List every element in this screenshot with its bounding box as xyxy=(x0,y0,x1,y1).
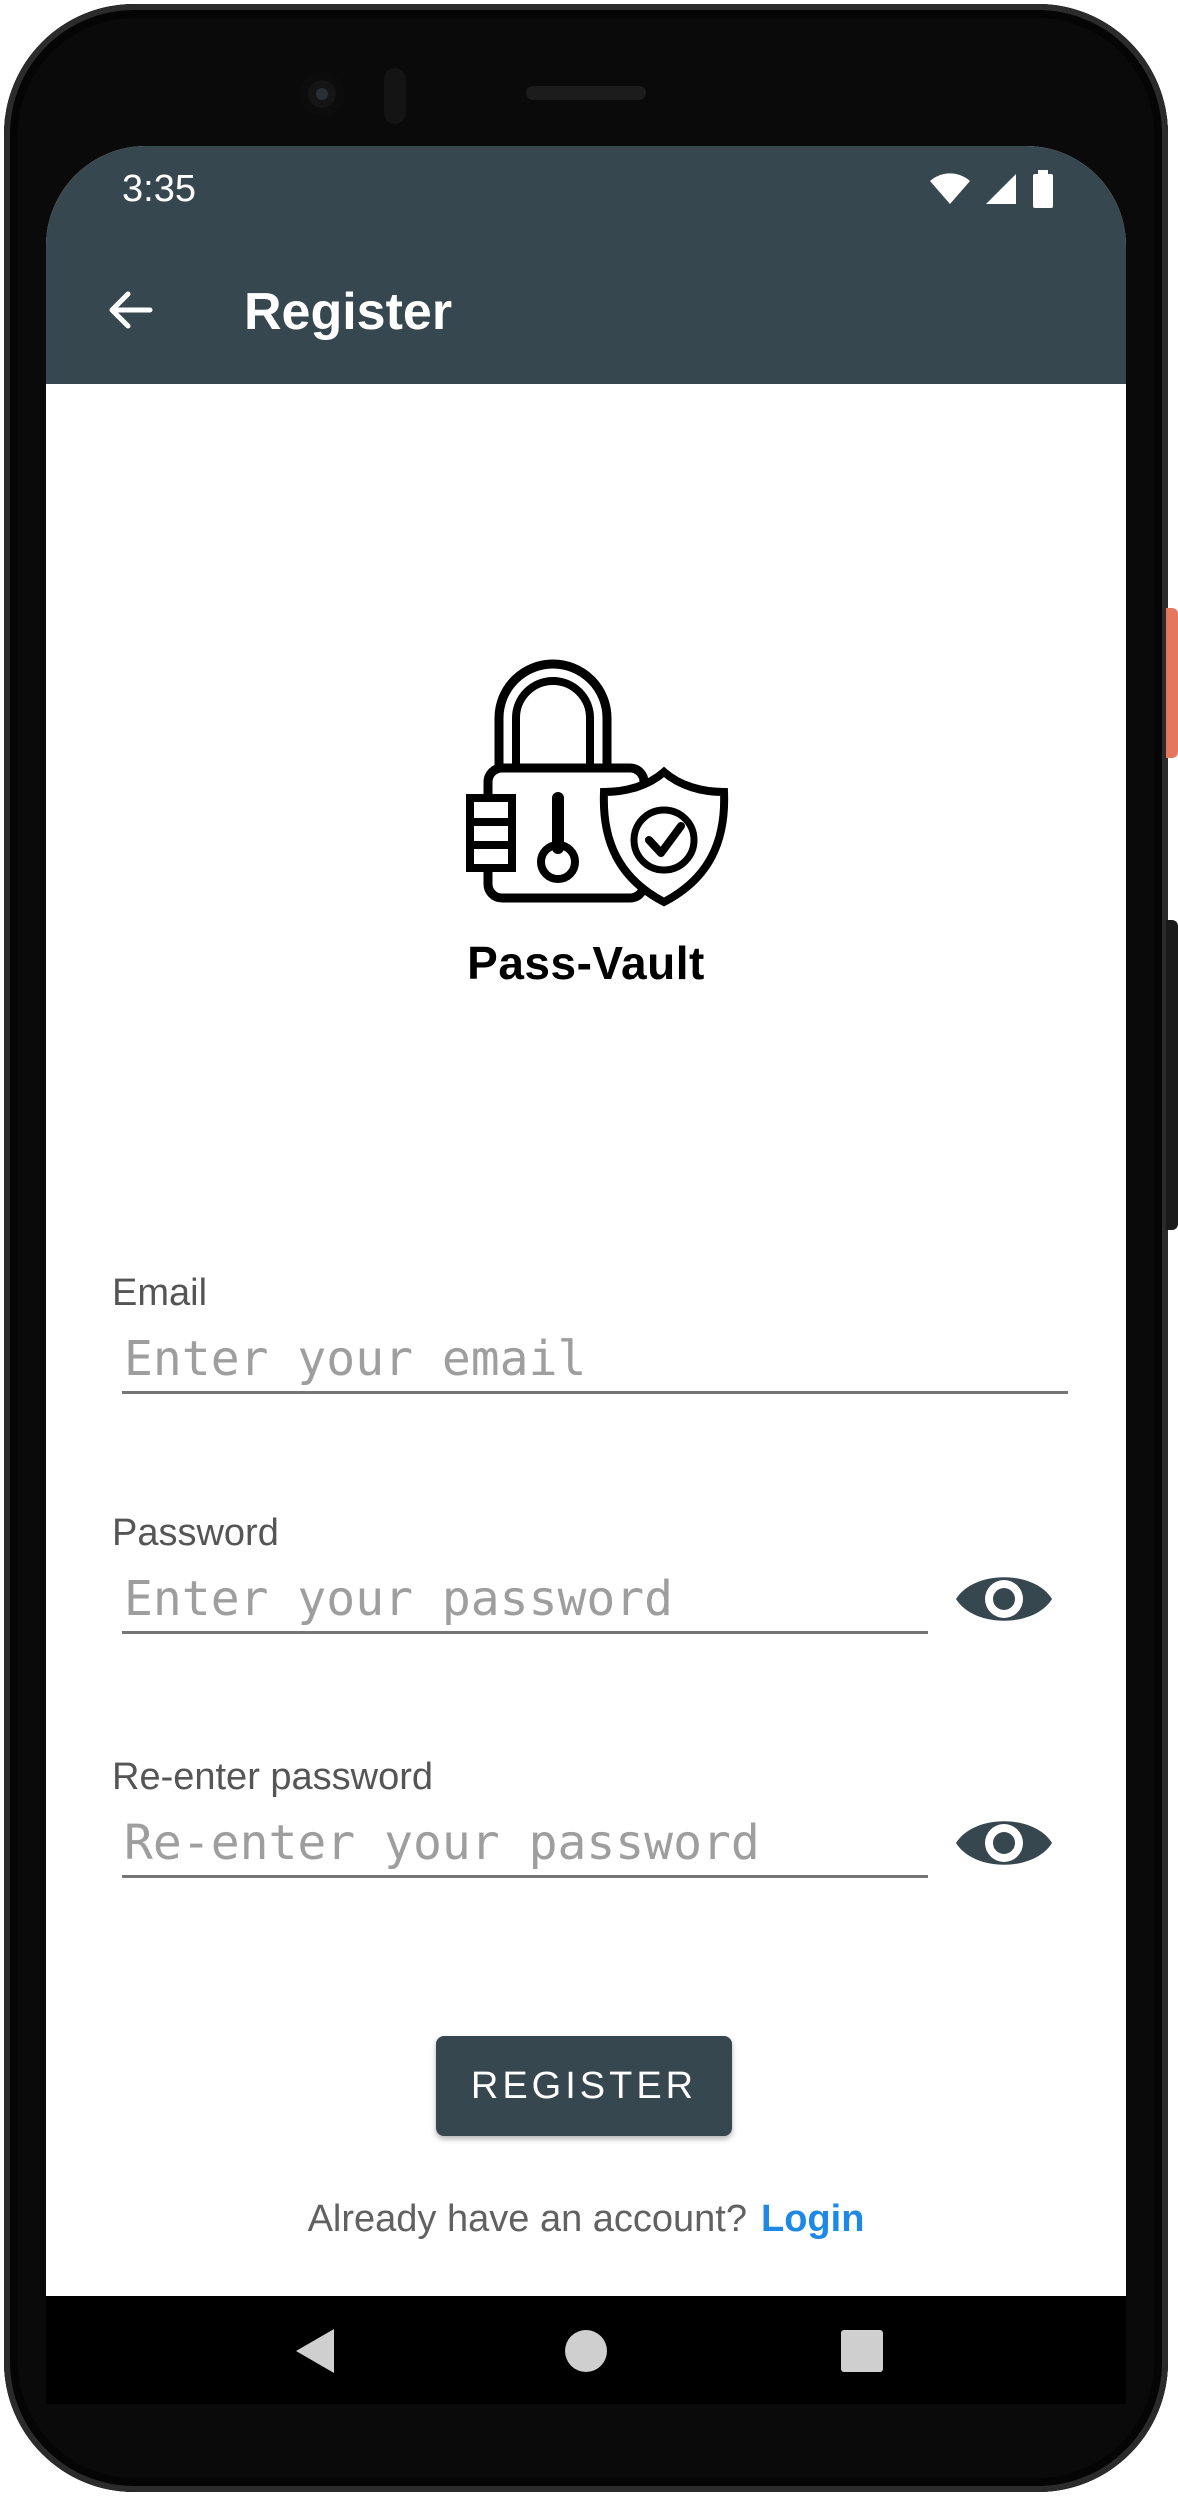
email-field[interactable] xyxy=(122,1326,1068,1394)
proximity-sensor xyxy=(384,68,406,124)
brand-name: Pass-Vault xyxy=(467,937,705,989)
back-arrow-icon xyxy=(109,291,153,329)
nav-recents-icon xyxy=(841,2330,883,2372)
nav-back-icon xyxy=(296,2329,334,2373)
reenter-password-field[interactable] xyxy=(122,1810,928,1878)
login-prompt-row: Already have an account? Login xyxy=(46,2198,1126,2241)
nav-home-button[interactable] xyxy=(546,2316,626,2386)
register-button[interactable]: REGISTER xyxy=(436,2036,732,2136)
reenter-password-label: Re-enter password xyxy=(112,1756,434,1798)
status-bar: 3:35 xyxy=(46,146,1126,236)
eye-icon xyxy=(956,1821,1052,1865)
nav-recents-button[interactable] xyxy=(822,2316,902,2386)
signal-icon xyxy=(986,174,1016,204)
back-button[interactable] xyxy=(92,272,168,348)
password-label: Password xyxy=(112,1512,279,1554)
page-title: Register xyxy=(244,283,453,341)
nav-home-icon xyxy=(565,2330,607,2372)
toggle-reenter-visibility-button[interactable] xyxy=(954,1808,1054,1878)
wifi-icon xyxy=(930,173,970,204)
system-nav-bar xyxy=(46,2296,1126,2404)
email-label: Email xyxy=(112,1272,208,1314)
nav-back-button[interactable] xyxy=(276,2316,356,2386)
volume-button xyxy=(1166,920,1178,1230)
toggle-password-visibility-button[interactable] xyxy=(954,1564,1054,1634)
screen: 3:35 Register Pass-Vault Email Enter you… xyxy=(46,146,1126,2404)
front-camera xyxy=(300,72,344,116)
login-link[interactable]: Login xyxy=(761,2198,864,2240)
status-icons xyxy=(930,170,1054,208)
login-prompt-text: Already have an account? xyxy=(307,2198,747,2240)
earpiece-speaker xyxy=(526,86,646,100)
eye-icon xyxy=(956,1577,1052,1621)
battery-icon xyxy=(1033,170,1053,208)
padlock-shield-logo xyxy=(466,659,729,907)
power-button xyxy=(1166,608,1178,758)
app-bar: Register xyxy=(46,236,1126,384)
password-field[interactable] xyxy=(122,1566,928,1634)
status-time: 3:35 xyxy=(122,168,196,210)
